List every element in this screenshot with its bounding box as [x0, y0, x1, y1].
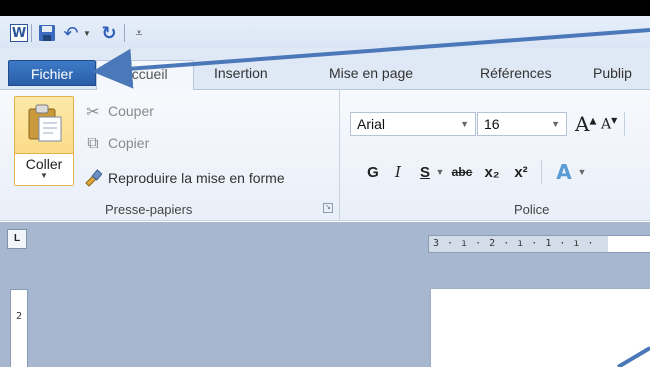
- tab-insert[interactable]: Insertion: [214, 60, 268, 90]
- ribbon-tabs: Fichier Accueil Insertion Mise en page R…: [0, 48, 650, 90]
- font-group-label: Police: [514, 202, 550, 217]
- ribbon-panel: Coller ▼ ✂ Couper ⧉ Copier Reproduire la…: [0, 90, 650, 221]
- scissors-icon: ✂: [86, 101, 100, 121]
- tab-references[interactable]: Références: [480, 60, 552, 90]
- underline-button[interactable]: S: [416, 160, 434, 184]
- customize-qat-icon[interactable]: ⩡: [133, 24, 145, 42]
- font-name-value: Arial: [357, 116, 386, 132]
- clipboard-launcher-icon[interactable]: ↘: [323, 203, 333, 213]
- word-icon[interactable]: W: [10, 24, 28, 42]
- copy-button[interactable]: ⧉ Copier: [84, 132, 149, 154]
- cut-button[interactable]: ✂ Couper: [84, 100, 154, 122]
- vertical-ruler[interactable]: 2: [10, 289, 28, 367]
- subscript-button[interactable]: x₂: [480, 160, 504, 184]
- text-effect-dropdown-icon[interactable]: ▼: [576, 160, 588, 184]
- undo-icon[interactable]: ↶: [62, 23, 80, 44]
- paste-icon: [28, 104, 62, 142]
- chevron-down-icon[interactable]: ▼: [551, 113, 560, 135]
- tab-stop-selector[interactable]: L: [7, 229, 27, 249]
- paste-button[interactable]: Coller ▼: [14, 96, 74, 186]
- font-group: Arial ▼ 16 ▼ A▲ A▼ G I S ▼ abc x₂ x² A ▼…: [341, 90, 650, 221]
- format-painter-button[interactable]: Reproduire la mise en forme: [84, 167, 285, 189]
- superscript-button[interactable]: x²: [509, 160, 533, 184]
- quick-access-toolbar: W ↶ ▼ ↻ ⩡: [0, 16, 650, 48]
- ruler-margin: [608, 236, 650, 252]
- font-separator: [541, 160, 542, 184]
- vertical-ruler-number: 2: [15, 311, 23, 322]
- text-effect-button[interactable]: A: [551, 160, 577, 184]
- strikethrough-button[interactable]: abc: [449, 160, 475, 184]
- font-name-combobox[interactable]: Arial ▼: [350, 112, 476, 136]
- title-bar: [0, 0, 650, 16]
- document-page[interactable]: [431, 289, 650, 367]
- font-separator: [624, 112, 625, 136]
- clipboard-group-label: Presse-papiers: [105, 202, 193, 217]
- italic-button[interactable]: I: [389, 160, 407, 184]
- tab-home[interactable]: Accueil: [96, 60, 194, 90]
- copy-icon: ⧉: [87, 133, 99, 152]
- paste-dropdown-icon[interactable]: ▼: [15, 171, 73, 180]
- qat-separator: [124, 24, 125, 42]
- cut-label: Couper: [108, 103, 154, 119]
- tab-mailings[interactable]: Publip: [593, 60, 632, 90]
- document-area: L 3 · ı · 2 · ı · 1 · ı · 2: [0, 222, 650, 367]
- font-size-value: 16: [484, 116, 500, 132]
- paste-label: Coller: [15, 153, 73, 185]
- format-painter-label: Reproduire la mise en forme: [108, 170, 285, 186]
- redo-icon[interactable]: ↻: [100, 23, 118, 44]
- qat-separator: [31, 24, 32, 42]
- clipboard-group: Coller ▼ ✂ Couper ⧉ Copier Reproduire la…: [0, 90, 340, 221]
- grow-font-button[interactable]: A▲: [575, 112, 596, 136]
- undo-dropdown-icon[interactable]: ▼: [83, 24, 91, 42]
- shrink-font-button[interactable]: A▼: [601, 116, 617, 133]
- copy-label: Copier: [108, 135, 150, 151]
- tab-file[interactable]: Fichier: [8, 60, 96, 86]
- save-icon[interactable]: [38, 24, 56, 42]
- underline-dropdown-icon[interactable]: ▼: [434, 160, 446, 184]
- brush-icon: [84, 169, 102, 187]
- chevron-down-icon[interactable]: ▼: [460, 113, 469, 135]
- bold-button[interactable]: G: [364, 160, 382, 184]
- tab-page-layout[interactable]: Mise en page: [329, 60, 413, 90]
- font-size-combobox[interactable]: 16 ▼: [477, 112, 567, 136]
